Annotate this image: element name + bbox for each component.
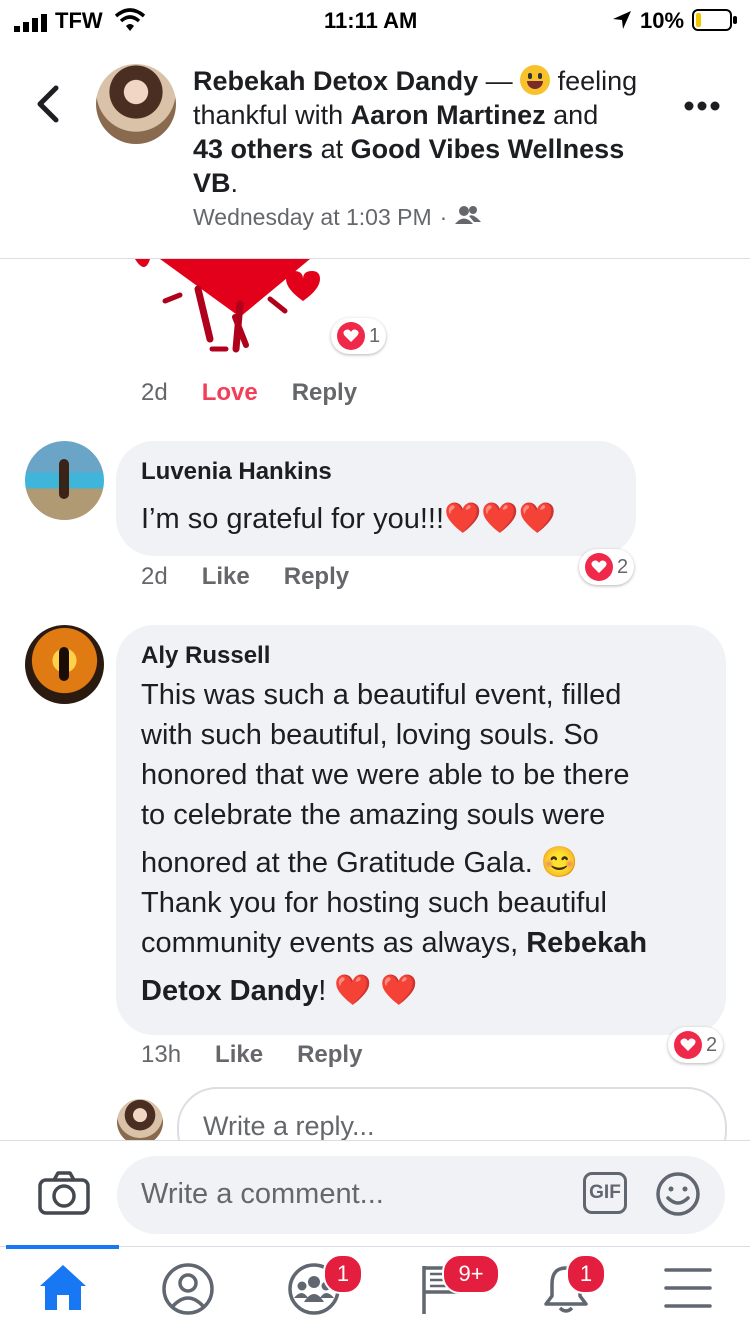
status-bar: TFW 11:11 AM 10% bbox=[0, 0, 750, 40]
reaction-count: 2 bbox=[617, 555, 629, 578]
wifi-icon bbox=[114, 8, 146, 38]
back-chevron-icon[interactable] bbox=[34, 84, 60, 129]
tab-bar bbox=[0, 1245, 750, 1335]
comment-time: 13h bbox=[141, 1041, 182, 1068]
comment-line: honored that we were able to be there bbox=[141, 759, 630, 791]
love-reaction-icon bbox=[585, 553, 613, 581]
carrier-label: TFW bbox=[55, 8, 103, 33]
comment-line: This was such a beautiful event, filled bbox=[141, 679, 622, 711]
comment-line-mention: community events as always, Rebekah bbox=[141, 923, 721, 963]
reply-placeholder: Write a reply... bbox=[203, 1111, 375, 1141]
battery-icon bbox=[692, 9, 738, 37]
commenter-name[interactable]: Luvenia Hankins bbox=[141, 458, 332, 486]
reply-button[interactable]: Reply bbox=[297, 1041, 362, 1069]
reply-button[interactable]: Reply bbox=[292, 379, 357, 407]
reaction-pill[interactable]: 2 bbox=[668, 1027, 724, 1063]
commenter-name[interactable]: Aly Russell bbox=[141, 642, 270, 670]
post-timestamp[interactable]: Wednesday at 1:03 PM bbox=[193, 204, 432, 231]
comment-bar: Write a comment... GIF bbox=[0, 1140, 750, 1249]
comment-line: to celebrate the amazing souls were bbox=[141, 799, 606, 831]
comment-input[interactable]: Write a comment... GIF bbox=[117, 1156, 725, 1234]
battery-percent: 10% bbox=[640, 8, 685, 33]
groups-badge: 1 bbox=[323, 1254, 363, 1294]
tab-profile[interactable] bbox=[161, 1262, 215, 1321]
like-button[interactable]: Like bbox=[215, 1041, 263, 1069]
reply-button[interactable]: Reply bbox=[284, 563, 349, 591]
heart-sticker bbox=[120, 259, 330, 355]
comment-line: community events as always, bbox=[141, 927, 519, 959]
comment-actions: 13h Like Reply bbox=[141, 1041, 362, 1069]
comment-text-body: I’m so grateful for you!!! bbox=[141, 503, 445, 535]
post-meta: Wednesday at 1:03 PM · bbox=[193, 204, 482, 231]
comment-text: This was such a beautiful event, filled … bbox=[141, 675, 721, 1011]
mention-link[interactable]: Detox Dandy bbox=[141, 975, 318, 1007]
comment-text: I’m so grateful for you!!!❤️❤️❤️ bbox=[141, 501, 556, 536]
tab-menu[interactable] bbox=[664, 1266, 712, 1315]
hearts-emoji: ❤️❤️❤️ bbox=[444, 502, 557, 535]
feeling-emoji-icon bbox=[520, 65, 551, 95]
hearts-emoji: ❤️ ❤️ bbox=[334, 974, 418, 1007]
mention-link[interactable]: Rebekah bbox=[526, 927, 647, 959]
comment-placeholder: Write a comment... bbox=[141, 1178, 384, 1210]
dash: — bbox=[478, 66, 521, 96]
reaction-count: 1 bbox=[369, 324, 381, 347]
signal-icon bbox=[14, 12, 48, 38]
reaction-count: 2 bbox=[706, 1033, 718, 1056]
smiley-emoji: 😊 bbox=[540, 846, 579, 879]
profile-icon bbox=[161, 1262, 215, 1321]
notifications-badge: 1 bbox=[566, 1254, 606, 1294]
feed-badge: 9+ bbox=[442, 1254, 500, 1294]
love-button[interactable]: Love bbox=[202, 379, 258, 407]
comment-line-with-emoji: honored at the Gratitude Gala. 😊 bbox=[141, 843, 721, 883]
hamburger-menu-icon bbox=[664, 1266, 712, 1315]
comment-line: honored at the Gratitude Gala. bbox=[141, 847, 533, 879]
friends-audience-icon bbox=[455, 204, 482, 231]
gif-label: GIF bbox=[589, 1182, 621, 1203]
comment-line: Thank you for hosting such beautiful bbox=[141, 887, 607, 919]
meta-separator: · bbox=[439, 204, 448, 230]
comment-line-end: Detox Dandy! ❤️ ❤️ bbox=[141, 971, 721, 1011]
post-title: Rebekah Detox Dandy — feeling thankful w… bbox=[193, 64, 663, 200]
clock: 11:11 AM bbox=[324, 8, 418, 33]
period: . bbox=[230, 168, 239, 198]
tab-home[interactable] bbox=[37, 1262, 89, 1317]
and-text: and bbox=[553, 100, 599, 130]
reaction-pill[interactable]: 2 bbox=[579, 549, 635, 585]
love-reaction-icon bbox=[674, 1031, 702, 1059]
comment-time: 2d bbox=[141, 563, 168, 590]
comment-line: with such beautiful, loving souls. So bbox=[141, 719, 599, 751]
tagged-person[interactable]: Aaron Martinez bbox=[351, 100, 546, 130]
author-avatar[interactable] bbox=[96, 64, 176, 144]
emoji-picker-icon[interactable] bbox=[655, 1171, 701, 1222]
location-icon bbox=[612, 10, 632, 36]
tagged-others[interactable]: 43 others bbox=[193, 134, 313, 164]
more-options-icon[interactable] bbox=[684, 98, 720, 116]
exclaim: ! bbox=[318, 975, 327, 1007]
at-text: at bbox=[320, 134, 344, 164]
active-tab-indicator bbox=[6, 1245, 119, 1249]
commenter-avatar[interactable] bbox=[25, 625, 104, 704]
home-icon bbox=[37, 1262, 89, 1317]
post-header: Rebekah Detox Dandy — feeling thankful w… bbox=[0, 40, 750, 259]
author-name[interactable]: Rebekah Detox Dandy bbox=[193, 66, 478, 96]
comment-bubble: Luvenia Hankins I’m so grateful for you!… bbox=[116, 441, 636, 556]
reaction-pill[interactable]: 1 bbox=[331, 318, 387, 354]
my-avatar bbox=[117, 1099, 163, 1145]
love-reaction-icon bbox=[337, 322, 365, 350]
comment-actions: 2d Like Reply bbox=[141, 563, 349, 591]
comment-bubble: Aly Russell This was such a beautiful ev… bbox=[116, 625, 726, 1035]
comment-actions: 2d Love Reply bbox=[141, 379, 357, 407]
gif-button[interactable]: GIF bbox=[583, 1172, 627, 1214]
camera-icon[interactable] bbox=[38, 1171, 90, 1220]
like-button[interactable]: Like bbox=[202, 563, 250, 591]
commenter-avatar[interactable] bbox=[25, 441, 104, 520]
comment-time: 2d bbox=[141, 379, 168, 406]
